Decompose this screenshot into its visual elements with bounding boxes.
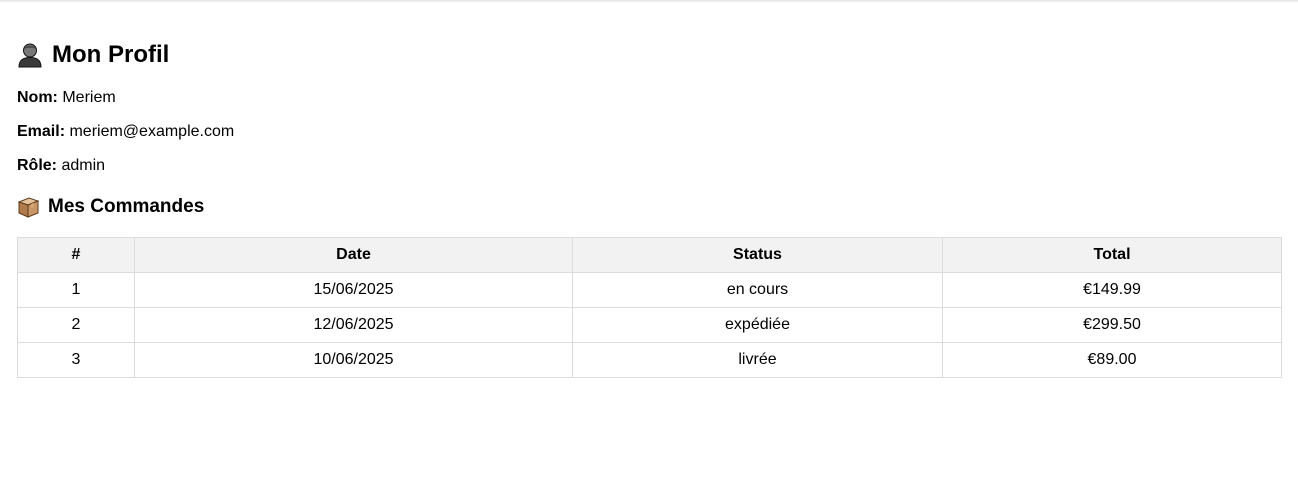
profile-field-email: Email: meriem@example.com [17, 122, 234, 142]
email-label: Email: [17, 123, 66, 140]
order-total-cell: €89.00 [942, 342, 1282, 378]
order-id-cell: 1 [17, 272, 135, 308]
user-silhouette-icon [17, 42, 43, 68]
email-value: meriem@example.com [69, 123, 235, 140]
order-total-cell: €149.99 [942, 272, 1282, 308]
package-box-icon [17, 196, 40, 219]
profile-field-role: Rôle: admin [17, 156, 105, 176]
table-row: 2 12/06/2025 expédiée €299.50 [17, 307, 1282, 343]
column-header-total: Total [942, 237, 1282, 273]
orders-table: # Date Status Total 1 15/06/2025 en cour… [17, 237, 1282, 378]
role-label: Rôle: [17, 157, 57, 174]
order-status-cell: livrée [572, 342, 943, 378]
page-title: Mon Profil [17, 38, 169, 72]
role-value: admin [61, 157, 106, 174]
order-status-cell: expédiée [572, 307, 943, 343]
order-status-cell: en cours [572, 272, 943, 308]
nom-value: Meriem [62, 89, 116, 106]
page-title-text: Mon Profil [52, 41, 170, 68]
column-header-status: Status [572, 237, 943, 273]
table-row: 1 15/06/2025 en cours €149.99 [17, 272, 1282, 308]
order-date-cell: 15/06/2025 [134, 272, 573, 308]
top-bar-shadow [0, 0, 1298, 3]
orders-section-title-text: Mes Commandes [48, 196, 205, 217]
column-header-date: Date [134, 237, 573, 273]
nom-label: Nom: [17, 89, 58, 106]
orders-section-title: Mes Commandes [17, 194, 204, 220]
profile-field-nom: Nom: Meriem [17, 88, 116, 108]
table-header-row: # Date Status Total [17, 237, 1282, 273]
order-id-cell: 2 [17, 307, 135, 343]
order-date-cell: 10/06/2025 [134, 342, 573, 378]
table-row: 3 10/06/2025 livrée €89.00 [17, 342, 1282, 378]
order-total-cell: €299.50 [942, 307, 1282, 343]
column-header-id: # [17, 237, 135, 273]
order-date-cell: 12/06/2025 [134, 307, 573, 343]
order-id-cell: 3 [17, 342, 135, 378]
